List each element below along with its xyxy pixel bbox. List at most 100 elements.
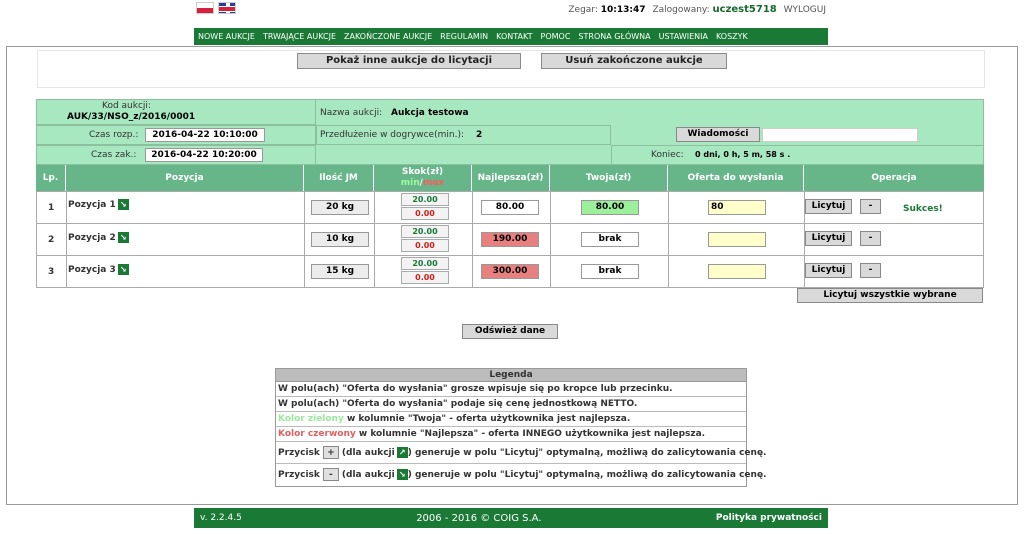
- row-lp: 3: [48, 267, 55, 277]
- row-position-label: Pozycja 3: [68, 265, 116, 275]
- legend-line-5-pre: Przycisk: [278, 448, 320, 458]
- logout-link[interactable]: WYLOGUJ: [784, 5, 826, 15]
- row-skok-min: 20.00: [401, 257, 449, 270]
- show-other-auctions-button[interactable]: Pokaż inne aukcje do licytacji: [297, 53, 521, 69]
- clock-value: 10:13:47: [600, 5, 646, 15]
- start-label: Czas rozp.:: [89, 130, 139, 140]
- legend-arrow-icon: ↗: [396, 447, 408, 458]
- legend-line-5-mid: (dla aukcji: [341, 448, 395, 458]
- col-skok-max: max: [422, 178, 445, 188]
- legend: Legenda W polu(ach) "Oferta do wysłania"…: [275, 368, 766, 487]
- col-lp: Lp.: [36, 165, 66, 191]
- col-yours: Twoja(zł): [550, 165, 668, 191]
- legend-line-4: Kolor czerwony w kolumnie "Najlepsza" - …: [276, 427, 746, 442]
- end-label: Czas zak.:: [91, 150, 137, 160]
- col-skok: Skok(zł) min/max: [374, 165, 472, 191]
- extension-value: 2: [476, 130, 483, 140]
- legend-plus-button-icon: +: [322, 446, 339, 459]
- english-flag-icon[interactable]: [218, 2, 236, 14]
- code-label: Kod aukcji:: [102, 101, 151, 111]
- row-minus-button[interactable]: -: [860, 231, 881, 246]
- row-position-name: Pozycja 3 ↘: [68, 264, 129, 275]
- version: v. 2.2.4.5: [200, 513, 242, 523]
- row-bid-button[interactable]: Licytuj: [805, 199, 852, 214]
- messages-field: [762, 128, 918, 142]
- details-arrow-icon[interactable]: ↘: [117, 199, 129, 210]
- row-best: 80.00: [481, 200, 539, 215]
- clock-label: Zegar:: [568, 5, 598, 15]
- legend-arrow-icon: ↘: [396, 469, 408, 480]
- col-position: Pozycja: [66, 165, 304, 191]
- legend-line-6-rest: ) generuje w polu "Licytuj" optymalną, m…: [407, 470, 767, 480]
- row-minus-button[interactable]: -: [860, 199, 881, 214]
- user-info: Zegar: 10:13:47 Zalogowany: uczest5718 W…: [564, 4, 826, 15]
- row-bid-button[interactable]: Licytuj: [805, 263, 852, 278]
- legend-line-1: W polu(ach) "Oferta do wysłania" grosze …: [276, 382, 746, 397]
- code-value: AUK/33/NSO_z/2016/0001: [67, 112, 196, 122]
- menu-item-help[interactable]: POMOC: [541, 32, 571, 41]
- bid-all-selected-button[interactable]: Licytuj wszystkie wybrane: [797, 288, 983, 303]
- polish-flag-icon[interactable]: [196, 2, 214, 14]
- name-label: Nazwa aukcji:: [320, 108, 383, 118]
- row-lp: 2: [48, 235, 55, 245]
- main-menu: NOWE AUKCJE TRWAJĄCE AUKCJE ZAKOŃCZONE A…: [194, 28, 828, 45]
- username: uczest5718: [712, 4, 777, 15]
- messages-button[interactable]: Wiadomości: [676, 127, 760, 142]
- legend-minus-button-icon: -: [322, 468, 339, 481]
- language-flags: [196, 2, 236, 14]
- row-offer-input[interactable]: [708, 232, 766, 247]
- menu-item-cart[interactable]: KOSZYK: [716, 32, 748, 41]
- col-skok-min: min: [400, 178, 420, 188]
- extension-label: Przedłużenie w dogrywce(min.):: [320, 130, 464, 140]
- col-operations: Operacja: [804, 165, 984, 191]
- row-skok-max: 0.00: [401, 239, 449, 252]
- menu-item-settings[interactable]: USTAWIENIA: [659, 32, 708, 41]
- legend-line-6-pre: Przycisk: [278, 470, 320, 480]
- row-offer-input[interactable]: [708, 264, 766, 279]
- legend-line-6: Przycisk - (dla aukcji ↘) generuje w polu "…: [276, 464, 766, 486]
- row-position-label: Pozycja 1: [68, 200, 116, 210]
- legend-line-5: Przycisk + (dla aukcji ↗) generuje w polu "…: [276, 442, 766, 464]
- row-yours: brak: [581, 232, 639, 247]
- row-position-label: Pozycja 2: [68, 233, 116, 243]
- legend-line-3: Kolor zielony w kolumnie "Twoja" - ofert…: [276, 412, 746, 427]
- col-skok-label: Skok(zł): [401, 167, 444, 177]
- name-value: Aukcja testowa: [391, 108, 469, 118]
- refresh-data-button[interactable]: Odśwież dane: [462, 324, 558, 339]
- col-best: Najlepsza(zł): [472, 165, 550, 191]
- logged-label: Zalogowany:: [652, 5, 710, 15]
- legend-line-2: W polu(ach) "Oferta do wysłania" podaje …: [276, 397, 746, 412]
- row-bid-button[interactable]: Licytuj: [805, 231, 852, 246]
- col-qty: Ilość JM: [304, 165, 374, 191]
- menu-item-ongoing-auctions[interactable]: TRWAJĄCE AUKCJE: [263, 32, 336, 41]
- privacy-policy-link[interactable]: Polityka prywatności: [716, 513, 822, 523]
- menu-item-regulations[interactable]: REGULAMIN: [440, 32, 488, 41]
- menu-item-new-auctions[interactable]: NOWE AUKCJE: [198, 32, 255, 41]
- menu-item-finished-auctions[interactable]: ZAKOŃCZONE AUKCJE: [344, 32, 432, 41]
- menu-item-contact[interactable]: KONTAKT: [496, 32, 532, 41]
- ending-label: Koniec:: [651, 150, 684, 160]
- row-position-name: Pozycja 1 ↘: [68, 199, 129, 210]
- details-arrow-icon[interactable]: ↘: [117, 264, 129, 275]
- legend-green-text: Kolor zielony: [278, 414, 344, 424]
- row-yours: 80.00: [581, 200, 639, 215]
- legend-line-4-rest: w kolumnie "Najlepsza" - oferta INNEGO u…: [355, 429, 706, 439]
- row-best: 190.00: [481, 232, 539, 247]
- row-qty: 20 kg: [311, 200, 369, 215]
- menu-item-home[interactable]: STRONA GŁÓWNA: [578, 32, 650, 41]
- details-arrow-icon[interactable]: ↘: [117, 232, 129, 243]
- legend-line-5-rest: ) generuje w polu "Licytuj" optymalną, m…: [407, 448, 767, 458]
- remove-finished-auctions-button[interactable]: Usuń zakończone aukcje: [541, 53, 727, 69]
- row-offer-input[interactable]: 80: [708, 200, 766, 215]
- top-button-row: Pokaż inne aukcje do licytacji Usuń zako…: [37, 50, 985, 88]
- end-value: 2016-04-22 10:20:00: [145, 148, 263, 162]
- top-header: Zegar: 10:13:47 Zalogowany: uczest5718 W…: [194, 0, 828, 28]
- legend-title: Legenda: [276, 369, 746, 382]
- row-position-name: Pozycja 2 ↘: [68, 232, 129, 243]
- row-minus-button[interactable]: -: [860, 263, 881, 278]
- row-status: Sukces!: [903, 204, 943, 214]
- ending-value: 0 dni, 0 h, 5 m, 58 s .: [695, 150, 791, 159]
- copyright: 2006 - 2016 © COIG S.A.: [416, 512, 542, 524]
- legend-line-3-rest: w kolumnie "Twoja" - oferta użytkownika …: [343, 414, 631, 424]
- row-skok-min: 20.00: [401, 193, 449, 206]
